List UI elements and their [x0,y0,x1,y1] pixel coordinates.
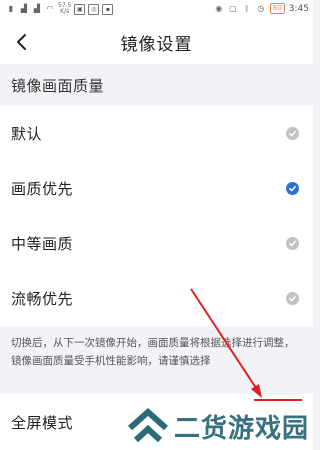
page-title: 镜像设置 [120,34,193,55]
signal-icon: ▟ [20,4,28,13]
status-bar: ▮ ▟ ▟ ◠ 57.5 K/s ▣ ◎ ▪ ◉ ▢ ᛒ ◷ 80 3:45 [0,0,313,20]
check-icon [286,237,299,250]
signal-icon: ▟ [33,4,41,13]
notification-icon: ◎ [88,3,100,15]
section-title: 镜像画面质量 [11,76,105,95]
status-bar-left: ▮ ▟ ▟ ◠ 57.5 K/s ▣ ◎ ▪ [6,2,114,15]
back-icon[interactable] [14,32,30,52]
header: 镜像设置 [0,20,313,64]
option-quality-first[interactable]: 画质优先 [0,161,313,216]
check-icon [286,292,299,305]
option-label: 中等画质 [11,235,74,253]
fullscreen-label: 全屏模式 [11,413,74,432]
hint-text: 切换后，从下一次镜像开始，画面质量将根据选择进行调整，镜像画面质量受手机性能影响… [11,337,295,367]
option-default[interactable]: 默认 [0,106,313,161]
quality-options-list: 默认 画质优先 中等画质 流畅优先 [0,106,313,326]
watermark-text: 二货游戏园 [174,413,310,444]
bluetooth-icon: ᛒ [244,3,250,13]
watermark: 二货游戏园 [126,406,309,446]
status-bar-right: ◉ ▢ ᛒ ◷ 80 3:45 [214,3,309,14]
option-medium-quality[interactable]: 中等画质 [0,216,313,271]
check-icon [286,182,299,195]
notification-icon: ▣ [74,3,86,15]
option-label: 画质优先 [11,180,74,198]
sim-signal-icon: ▮ [8,4,14,13]
quality-hint: 切换后，从下一次镜像开始，画面质量将根据选择进行调整，镜像画面质量受手机性能影响… [0,326,313,384]
option-smooth-first[interactable]: 流畅优先 [0,271,313,326]
notification-icon: ▪ [102,3,114,15]
battery-icon: 80 [269,3,285,14]
network-speed: 57.5 K/s [58,2,72,15]
section-header: 镜像画面质量 [0,64,313,106]
option-label: 默认 [11,125,43,143]
clock: 3:45 [288,3,309,14]
option-label: 流畅优先 [11,290,74,308]
nfc-icon: ▢ [229,3,237,13]
eye-icon: ◉ [215,3,223,13]
wifi-icon: ◠ [46,4,54,13]
alarm-icon: ◷ [257,3,265,13]
watermark-logo-icon [128,407,168,443]
check-icon [286,127,299,140]
